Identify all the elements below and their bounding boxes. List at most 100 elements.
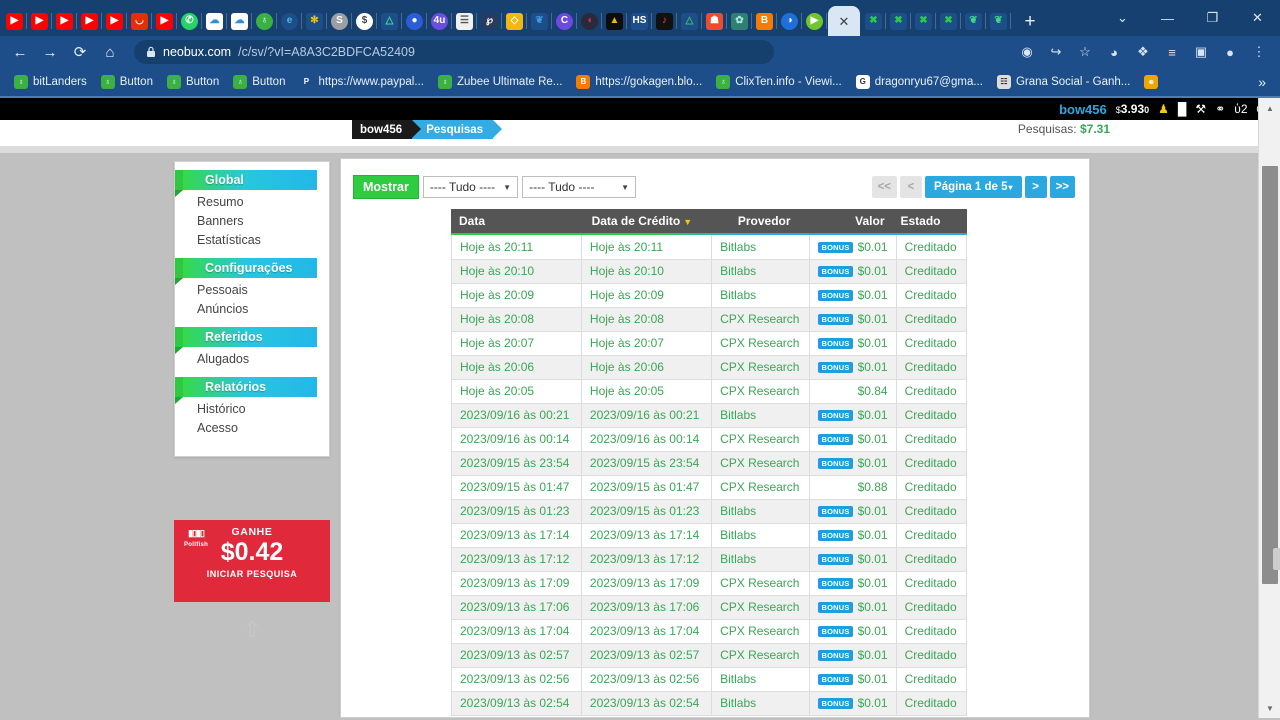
tab-youtube[interactable]: ▶ — [27, 6, 52, 36]
prev-page-button[interactable]: < — [900, 176, 923, 198]
active-tab[interactable]: ✕ — [828, 6, 860, 36]
more-menu-icon[interactable]: ⋮ — [1246, 39, 1272, 65]
tab-leaf[interactable]: ❦ — [961, 6, 986, 36]
tab-xtream[interactable]: ✖ — [911, 6, 936, 36]
tab-triangle[interactable]: △ — [377, 6, 402, 36]
tab-drive[interactable]: ▲ — [602, 6, 627, 36]
table-row[interactable]: Hoje às 20:10 Hoje às 20:10 Bitlabs BONUS $0… — [451, 259, 968, 284]
account-username[interactable]: bow456 — [1059, 102, 1107, 117]
scroll-up-button[interactable]: ▲ — [1259, 98, 1280, 118]
show-button[interactable]: Mostrar — [353, 175, 419, 199]
table-row[interactable]: 2023/09/13 às 17:04 2023/09/13 às 17:04 CP… — [451, 619, 968, 644]
tab-youtube[interactable]: ▶ — [102, 6, 127, 36]
tab-search-icon[interactable]: ⌄ — [1100, 0, 1145, 36]
filter-select-1[interactable]: ---- Tudo ---- ▼ — [422, 176, 519, 198]
tab-shopee[interactable]: ☗ — [702, 6, 727, 36]
pollfish-promo[interactable]: ▮▯▮▯ Pollfish GANHE $0.42 INICIAR PESQUI… — [174, 520, 330, 602]
tab-youtube[interactable]: ▶ — [52, 6, 77, 36]
scroll-to-top-icon[interactable]: ⇧ — [243, 619, 261, 643]
table-row[interactable]: 2023/09/13 às 02:56 2023/09/13 às 02:56 Bi… — [451, 667, 968, 692]
scrollbar-grip[interactable] — [1273, 548, 1280, 570]
table-row[interactable]: Hoje às 20:08 Hoje às 20:08 CPX Research BO… — [451, 307, 968, 332]
forward-button[interactable]: → — [36, 38, 64, 66]
back-button[interactable]: ← — [6, 38, 34, 66]
fox-extension-icon[interactable]: ◕ — [1101, 39, 1127, 65]
puzzle-extension-icon[interactable]: ❖ — [1130, 39, 1156, 65]
bookmark-item[interactable]: ♁ Button — [161, 72, 225, 92]
table-row[interactable]: 2023/09/13 às 17:06 2023/09/13 às 17:06 CP… — [451, 595, 968, 620]
filter-select-2[interactable]: ---- Tudo ---- ▼ — [522, 176, 637, 198]
table-row[interactable]: 2023/09/13 às 02:54 2023/09/13 às 02:54 Bi… — [451, 691, 968, 716]
table-row[interactable]: Hoje às 20:09 Hoje às 20:09 Bitlabs BONUS $0… — [451, 283, 968, 308]
table-row[interactable]: 2023/09/16 às 00:14 2023/09/16 às 00:14 CP… — [451, 427, 968, 452]
tools-icon[interactable]: ⚒ — [1195, 103, 1206, 115]
reading-list-icon[interactable]: ≡ — [1159, 39, 1185, 65]
share-icon[interactable]: ↪ — [1043, 39, 1069, 65]
sidebar-item-histórico[interactable]: Histórico — [197, 400, 329, 419]
sidebar-item-anúncios[interactable]: Anúncios — [197, 300, 329, 319]
tab-teal-app[interactable]: ✿ — [727, 6, 752, 36]
tab-aliexpress[interactable]: ◡ — [127, 6, 152, 36]
tab-half-circle[interactable]: ◖ — [577, 6, 602, 36]
tab-swirl[interactable]: S — [327, 6, 352, 36]
bookmark-item[interactable]: Gdragonryu67@gma... — [850, 72, 989, 92]
tab-edge[interactable]: e — [277, 6, 302, 36]
home-button[interactable]: ⌂ — [96, 38, 124, 66]
bookmarks-overflow-button[interactable]: » — [1258, 74, 1272, 90]
close-window-button[interactable]: ✕ — [1235, 0, 1280, 36]
bookmark-item[interactable]: ♁ ClixTen.info - Viewi... — [710, 72, 848, 92]
table-row[interactable]: 2023/09/13 às 02:57 2023/09/13 às 02:57 CP… — [451, 643, 968, 668]
current-page-dropdown[interactable]: Página 1 de 5 ▾ — [925, 176, 1022, 198]
tab-youtube[interactable]: ▶ — [2, 6, 27, 36]
sidebar-item-pessoais[interactable]: Pessoais — [197, 281, 329, 300]
sidebar-item-alugados[interactable]: Alugados — [197, 350, 329, 369]
breadcrumb-section[interactable]: Pesquisas — [412, 120, 502, 139]
bookmark-item[interactable]: ☷ Grana Social - Ganh... — [991, 72, 1136, 92]
tab-whatsapp[interactable]: ✆ — [177, 6, 202, 36]
tab-xtream[interactable]: ✖ — [936, 6, 961, 36]
table-row[interactable]: 2023/09/13 às 17:12 2023/09/13 às 17:12 Bi… — [451, 547, 968, 572]
table-row[interactable]: Hoje às 20:05 Hoje às 20:05 CPX Research $0… — [451, 379, 968, 404]
table-row[interactable]: Hoje às 20:07 Hoje às 20:07 CPX Research BO… — [451, 331, 968, 356]
tab-xtream[interactable]: ✖ — [886, 6, 911, 36]
bookmark-item[interactable]: ♁ Zubee Ultimate Re... — [432, 72, 568, 92]
link-icon[interactable]: ⚭ — [1215, 103, 1225, 115]
tab-hs[interactable]: HS — [627, 6, 652, 36]
tab-youtube[interactable]: ▶ — [77, 6, 102, 36]
column-header-data[interactable]: Data — [451, 209, 584, 233]
stats-icon[interactable]: █ — [1178, 103, 1187, 115]
promo-cta[interactable]: INICIAR PESQUISA — [174, 569, 330, 579]
page-scrollbar[interactable]: ▲ ▼ — [1258, 98, 1280, 718]
tab-tiktok[interactable]: ♪ — [652, 6, 677, 36]
tab-pill-app[interactable]: ◑ — [777, 6, 802, 36]
column-header-provedor[interactable]: Provedor — [729, 209, 834, 233]
tab-pinwheel[interactable]: ✻ — [302, 6, 327, 36]
tab-feather[interactable]: ❦ — [527, 6, 552, 36]
table-row[interactable]: 2023/09/15 às 23:54 2023/09/15 às 23:54 CP… — [451, 451, 968, 476]
last-page-button[interactable]: >> — [1049, 176, 1075, 198]
new-tab-button[interactable]: + — [1015, 8, 1045, 36]
maximize-button[interactable]: ❐ — [1190, 0, 1235, 36]
lock-icon[interactable]: ὑ2 — [1234, 103, 1247, 115]
breadcrumb-account[interactable]: bow456 — [352, 120, 422, 139]
tab-gdrive[interactable]: △ — [677, 6, 702, 36]
column-header-data-de-crédito[interactable]: Data de Crédito ▼ — [583, 209, 730, 233]
first-page-button[interactable]: << — [871, 176, 898, 198]
table-row[interactable]: 2023/09/13 às 17:09 2023/09/13 às 17:09 CP… — [451, 571, 968, 596]
tab-document[interactable]: ☰ — [452, 6, 477, 36]
tab-p-app[interactable]: ℘ — [477, 6, 502, 36]
bookmark-item[interactable]: ๏ — [1138, 72, 1169, 92]
sidebar-group-relatórios[interactable]: Relatórios — [175, 377, 317, 404]
sidebar-group-referidos[interactable]: Referidos — [175, 327, 317, 354]
minimize-button[interactable]: — — [1145, 0, 1190, 36]
tab-play-green[interactable]: ▶ — [802, 6, 827, 36]
bookmark-item[interactable]: ♁ Button — [227, 72, 291, 92]
bookmark-item[interactable]: Phttps://www.paypal... — [293, 72, 429, 92]
bookmark-item[interactable]: ♁ Button — [95, 72, 159, 92]
tab-xtream[interactable]: ✖ — [861, 6, 886, 36]
table-row[interactable]: 2023/09/15 às 01:47 2023/09/15 às 01:47 CP… — [451, 475, 968, 500]
reload-button[interactable]: ⟳ — [66, 38, 94, 66]
profile-avatar-icon[interactable]: ● — [1217, 39, 1243, 65]
sidebar-item-estatísticas[interactable]: Estatísticas — [197, 231, 329, 250]
address-bar[interactable]: neobux.com/c/sv/?vI=A8A3C2BDFCA52409 — [134, 40, 774, 64]
